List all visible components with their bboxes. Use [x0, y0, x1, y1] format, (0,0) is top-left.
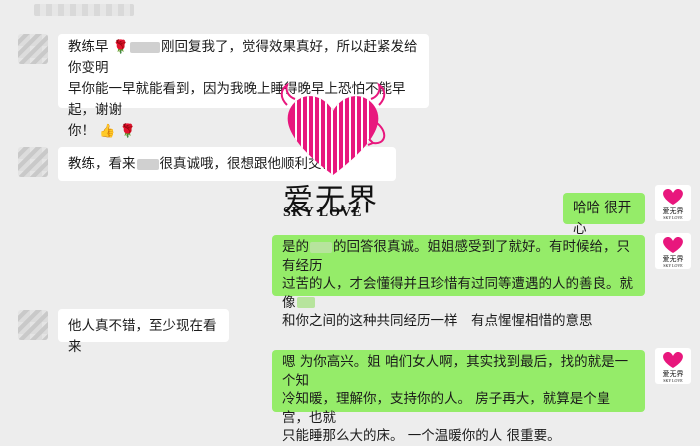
avatar-logo-title: 爱无界	[663, 255, 684, 263]
heart-logo-icon: 爱无界 SKY LOVE	[663, 189, 684, 220]
redacted-name	[129, 41, 160, 53]
message-text: 是的	[282, 239, 309, 255]
message-line: 你！ 👍 🌹	[68, 121, 419, 142]
message-line: 是的 的回答很真诚。姐姐感受到了就好。有时候给，只有经历	[282, 238, 635, 275]
message-bubble-6: 嗯 为你高兴。姐 咱们女人啊，其实找到最后，找的就是一个知 冷知暖，理解你，支持…	[272, 350, 645, 444]
contact-avatar[interactable]	[18, 310, 48, 340]
message-text: 过苦的人，才会懂得并且珍惜有过同等遭遇的人的善良。就像	[282, 276, 633, 311]
my-avatar[interactable]: 爱无界 SKY LOVE	[655, 348, 691, 384]
message-text: 教练，看来	[68, 156, 136, 172]
watermark-subtitle: SKY LOVE	[283, 205, 363, 220]
message-bubble-1: 教练早 🌹 刚回复我了，觉得效果真好，所以赶紧发给你变明 早你能一早就能看到，因为…	[58, 34, 429, 139]
avatar-logo-title: 爱无界	[663, 370, 684, 378]
avatar-logo-subtitle: SKY LOVE	[663, 263, 683, 268]
message-line: 教练早 🌹 刚回复我了，觉得效果真好，所以赶紧发给你变明	[68, 37, 419, 79]
message-line: 冷知暖，理解你，支持你的人。 房子再大，就算是个皇宫，也就	[282, 391, 611, 426]
message-bubble-4: 是的 的回答很真诚。姐姐感受到了就好。有时候给，只有经历 过苦的人，才会懂得并且珍…	[272, 235, 645, 329]
heart-logo-icon: 爱无界 SKY LOVE	[663, 237, 684, 268]
message-line: 只能睡那么大的床。 一个温暖你的人 很重要。	[282, 428, 561, 444]
message-text: 很真诚哦，很想跟他顺利交往	[159, 156, 336, 172]
avatar-logo-subtitle: SKY LOVE	[663, 215, 683, 220]
thumbs-up-emoji-icon: 👍	[99, 124, 116, 139]
message-bubble-3: 哈哈 很开心	[563, 193, 645, 237]
rose-emoji-icon: 🌹	[119, 124, 136, 139]
avatar-logo-title: 爱无界	[663, 207, 684, 215]
my-avatar[interactable]: 爱无界 SKY LOVE	[655, 233, 691, 269]
message-line: 过苦的人，才会懂得并且珍惜有过同等遭遇的人的善良。就像	[282, 275, 635, 312]
blurred-header-text	[34, 4, 134, 16]
message-text: 教练早	[68, 39, 109, 55]
my-avatar[interactable]: 爱无界 SKY LOVE	[655, 185, 691, 221]
redacted-name	[296, 297, 315, 308]
contact-avatar[interactable]	[18, 34, 48, 64]
message-text: 哈哈 很开心	[573, 200, 632, 237]
message-line: 早你能一早就能看到，因为我晚上睡得晚早上恐怕不能早起，谢谢	[68, 81, 406, 118]
message-text: 你！	[68, 123, 95, 139]
top-bar	[0, 0, 700, 24]
rose-emoji-icon: 🌹	[112, 40, 129, 55]
message-text: 他人真不错，至少现在看来	[68, 318, 217, 355]
avatar-logo-subtitle: SKY LOVE	[663, 378, 683, 383]
message-line: 和你之间的这种共同经历一样 有点惺惺相惜的意思	[282, 313, 593, 329]
contact-avatar[interactable]	[18, 147, 48, 177]
message-text: 的回答很真诚。姐姐感受到了就好。有时候给，只有经历	[282, 239, 630, 274]
message-bubble-5: 他人真不错，至少现在看来	[58, 309, 229, 355]
heart-logo-icon: 爱无界 SKY LOVE	[663, 352, 684, 383]
redacted-name	[136, 158, 159, 170]
redacted-name	[310, 241, 332, 253]
message-line: 嗯 为你高兴。姐 咱们女人啊，其实找到最后，找的就是一个知	[282, 354, 629, 389]
